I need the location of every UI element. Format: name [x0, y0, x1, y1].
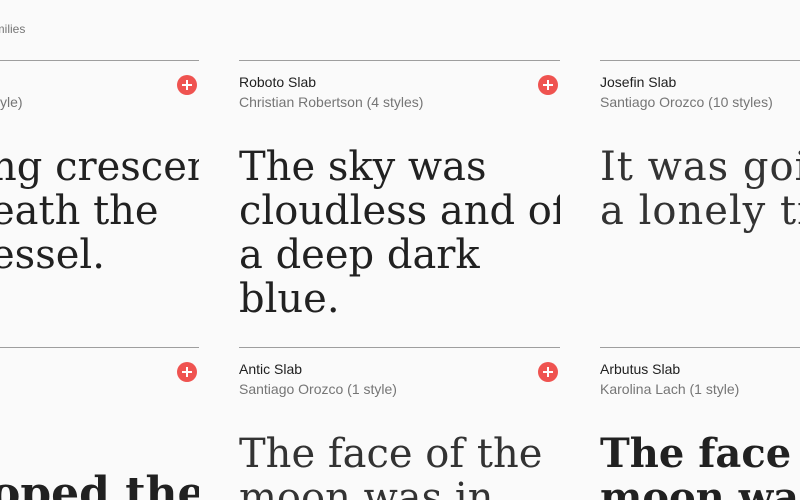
font-family-name: Antic Slab	[239, 361, 303, 377]
font-card-arbutus-slab[interactable]: Arbutus Slab Karolina Lach (1 style) The…	[600, 347, 800, 500]
font-catalog-grid: amilies yle) ng crescent eath the essel.…	[0, 0, 800, 500]
font-sample-text: It was going a lonely trip	[600, 144, 800, 234]
font-family-meta: Santiago Orozco (1 style)	[239, 381, 397, 397]
font-family-name: Arbutus Slab	[600, 361, 681, 377]
font-card-partial-left-bottom[interactable]: oped the	[0, 347, 199, 500]
font-card-josefin-slab[interactable]: Josefin Slab Santiago Orozco (10 styles)…	[600, 60, 800, 331]
font-family-meta: Karolina Lach (1 style)	[600, 381, 740, 397]
families-count-label: amilies	[0, 22, 26, 36]
add-font-button[interactable]	[538, 75, 558, 95]
font-family-name: Josefin Slab	[600, 74, 677, 90]
font-card-partial-left-top[interactable]: yle) ng crescent eath the essel.	[0, 60, 199, 331]
add-font-button[interactable]	[538, 362, 558, 382]
font-sample-text: The face of the moon was in	[239, 431, 543, 500]
font-family-name: Roboto Slab	[239, 74, 317, 90]
font-sample-text: oped the	[0, 468, 199, 500]
font-family-meta: Santiago Orozco (10 styles)	[600, 94, 773, 110]
add-font-button[interactable]	[177, 75, 197, 95]
font-family-meta: Christian Robertson (4 styles)	[239, 94, 424, 110]
font-sample-text: ng crescent eath the essel.	[0, 144, 199, 278]
font-card-roboto-slab[interactable]: Roboto Slab Christian Robertson (4 style…	[239, 60, 560, 331]
font-card-antic-slab[interactable]: Antic Slab Santiago Orozco (1 style) The…	[239, 347, 560, 500]
font-sample-text: The face o moon wa	[600, 430, 800, 500]
font-card-meta: yle)	[0, 94, 23, 110]
font-sample-text: The sky was cloudless and of a deep dark…	[239, 144, 560, 322]
add-font-button[interactable]	[177, 362, 197, 382]
